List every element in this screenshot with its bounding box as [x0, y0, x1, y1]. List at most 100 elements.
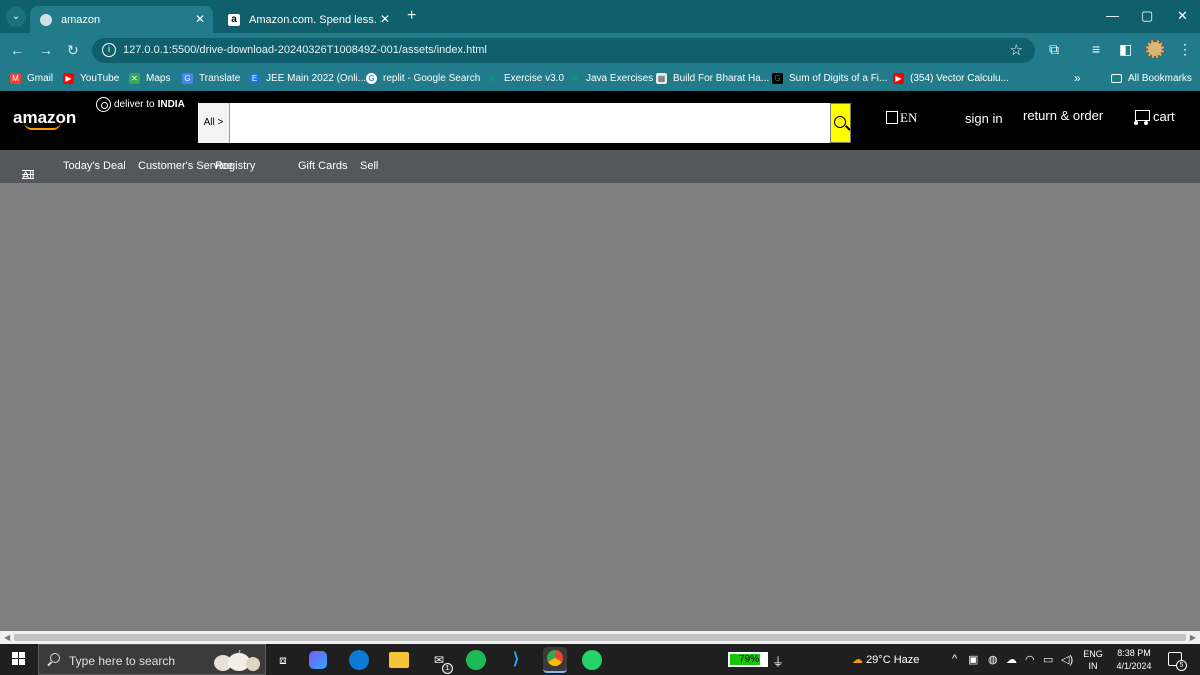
- vscode-icon[interactable]: ⟩: [505, 649, 527, 671]
- search-box: All >: [198, 103, 851, 143]
- url-text[interactable]: 127.0.0.1:5500/drive-download-20240326T1…: [123, 44, 487, 56]
- close-tab-icon[interactable]: ✕: [195, 12, 205, 26]
- search-input[interactable]: [231, 103, 829, 143]
- more-menu-icon[interactable]: ⋮: [1178, 41, 1192, 58]
- amazon-subnav: All Today's Deal Customer's Service Regi…: [0, 150, 1200, 183]
- gmail-icon: M: [10, 73, 21, 84]
- search-category-select[interactable]: All >: [198, 103, 230, 143]
- cart-icon: [1132, 107, 1150, 125]
- bookmark-gmail[interactable]: M Gmail: [10, 73, 53, 84]
- location-pin-icon: [96, 97, 111, 112]
- bookmark-replit-search[interactable]: Greplit - Google Search: [366, 73, 480, 84]
- folder-icon: [1111, 74, 1122, 83]
- subnav-registry[interactable]: Registry: [215, 160, 255, 172]
- bookmark-exercise[interactable]: w Exercise v3.0: [487, 73, 564, 84]
- w3-icon: w: [571, 74, 578, 83]
- sign-in-link[interactable]: sign in: [965, 111, 1003, 126]
- maximize-icon[interactable]: ▢: [1141, 8, 1153, 24]
- close-window-icon[interactable]: ✕: [1177, 8, 1188, 24]
- bookmark-maps[interactable]: ✕ Maps: [129, 73, 170, 84]
- bookmark-vector-calculus[interactable]: ▶ (354) Vector Calculu...: [893, 73, 1009, 84]
- subnav-gift-cards[interactable]: Gift Cards: [298, 160, 348, 172]
- subnav-todays-deal[interactable]: Today's Deal: [63, 160, 126, 172]
- maps-icon: ✕: [129, 73, 140, 84]
- forward-icon[interactable]: →: [39, 42, 53, 58]
- more-bookmarks-button[interactable]: »: [1074, 71, 1081, 85]
- notification-center-icon[interactable]: 5: [1168, 652, 1187, 671]
- tab-search-button[interactable]: ⌄: [6, 7, 26, 27]
- minimize-icon[interactable]: —: [1106, 8, 1119, 23]
- whatsapp-icon[interactable]: [582, 650, 602, 670]
- battery-indicator[interactable]: 79%: [728, 652, 768, 667]
- scroll-right-icon[interactable]: ▶: [1190, 633, 1196, 642]
- file-explorer-icon[interactable]: [389, 652, 409, 668]
- horizontal-scrollbar[interactable]: ◀ ▶: [0, 631, 1200, 644]
- volume-icon[interactable]: ◁): [1061, 653, 1073, 666]
- weather-text: 29°C Haze: [866, 654, 920, 666]
- search-button[interactable]: [830, 103, 851, 143]
- returns-orders-link[interactable]: return & order: [1023, 108, 1103, 123]
- cart-link[interactable]: cart: [1132, 107, 1175, 125]
- edge-icon[interactable]: [349, 650, 369, 670]
- scroll-left-icon[interactable]: ◀: [4, 633, 10, 642]
- globe-icon: [40, 13, 52, 26]
- site-info-icon[interactable]: i: [102, 43, 116, 57]
- weather-widget[interactable]: ☁ 29°C Haze: [852, 653, 919, 666]
- taskbar-search[interactable]: Type here to search: [38, 644, 266, 675]
- reload-icon[interactable]: ↻: [67, 42, 79, 59]
- bookmark-translate[interactable]: G Translate: [182, 73, 240, 84]
- copilot-icon[interactable]: [309, 651, 327, 669]
- scrollbar-thumb[interactable]: [14, 634, 1186, 641]
- language-selector[interactable]: EN: [886, 110, 917, 126]
- page-content: amazon deliver to INDIA All > EN sign in…: [0, 91, 1200, 631]
- bookmark-build-for-bharat[interactable]: ▦ Build For Bharat Ha...: [656, 73, 769, 84]
- chrome-icon[interactable]: [543, 647, 567, 673]
- date: 4/1/2024: [1116, 661, 1152, 671]
- search-icon: [50, 653, 60, 663]
- tray-security-icon[interactable]: ◍: [988, 653, 998, 666]
- battery-tray-icon[interactable]: ▭: [1043, 653, 1053, 666]
- logo-smile: [24, 122, 61, 130]
- subnav-sell[interactable]: Sell: [360, 160, 378, 172]
- bookmark-java-exercises[interactable]: w Java Exercises: [569, 73, 654, 84]
- bookmark-star-icon[interactable]: ☆: [1010, 41, 1023, 59]
- flag-icon: [886, 111, 898, 124]
- mail-icon[interactable]: ✉ 1: [428, 649, 453, 674]
- browser-toolbar: ← → ↻ i 127.0.0.1:5500/drive-download-20…: [0, 33, 1200, 67]
- new-tab-button[interactable]: +: [407, 7, 416, 25]
- show-hidden-icons[interactable]: ^: [952, 653, 957, 665]
- extensions-icon[interactable]: ⧉: [1049, 41, 1059, 58]
- media-control-icon[interactable]: ≡: [1092, 41, 1100, 57]
- tab-amazon[interactable]: amazon ✕: [30, 6, 213, 33]
- jee-icon: E: [249, 73, 260, 84]
- browser-tab-strip: ⌄ amazon ✕ a Amazon.com. Spend less. Smi…: [0, 0, 1200, 33]
- side-panel-icon[interactable]: ◧: [1119, 41, 1132, 58]
- tab-title: amazon: [61, 13, 101, 26]
- spotify-icon[interactable]: [466, 650, 486, 670]
- tab-title: Amazon.com. Spend less. Smile: [249, 13, 381, 26]
- amazon-a-icon: a: [228, 13, 240, 26]
- all-bookmarks[interactable]: All Bookmarks: [1111, 73, 1192, 84]
- gfg-icon: G: [772, 73, 783, 84]
- wifi-icon[interactable]: ◠: [1025, 653, 1035, 666]
- windows-start-icon[interactable]: [12, 652, 25, 665]
- tray-app-icon[interactable]: ▣: [968, 653, 978, 666]
- battery-percent: 79%: [738, 654, 759, 665]
- back-icon[interactable]: ←: [10, 42, 24, 58]
- tab-amazon-com[interactable]: a Amazon.com. Spend less. Smile ✕: [218, 6, 398, 33]
- input-language[interactable]: ENG IN: [1083, 648, 1103, 672]
- deliver-to[interactable]: deliver to INDIA: [96, 97, 185, 112]
- clock[interactable]: 8:38 PM 4/1/2024: [1110, 647, 1158, 673]
- windows-taskbar: Type here to search ⧈ ✉ 1 ⟩ 79% ⏚ ☁ 29°C …: [0, 644, 1200, 675]
- bookmark-youtube[interactable]: ▶ YouTube: [63, 73, 119, 84]
- garlic-illustration-icon: [214, 650, 260, 671]
- taskbar-search-placeholder: Type here to search: [69, 654, 176, 668]
- youtube-icon: ▶: [893, 73, 904, 84]
- bookmark-jee[interactable]: E JEE Main 2022 (Onli...: [249, 73, 366, 84]
- close-tab-icon[interactable]: ✕: [380, 12, 390, 26]
- tray-cloud-icon[interactable]: ☁: [1006, 653, 1017, 666]
- profile-avatar[interactable]: [1146, 40, 1164, 58]
- bookmark-sum-of-digits[interactable]: G Sum of Digits of a Fi...: [772, 73, 887, 84]
- task-view-icon[interactable]: ⧈: [272, 649, 294, 671]
- address-bar[interactable]: i 127.0.0.1:5500/drive-download-20240326…: [92, 38, 1035, 63]
